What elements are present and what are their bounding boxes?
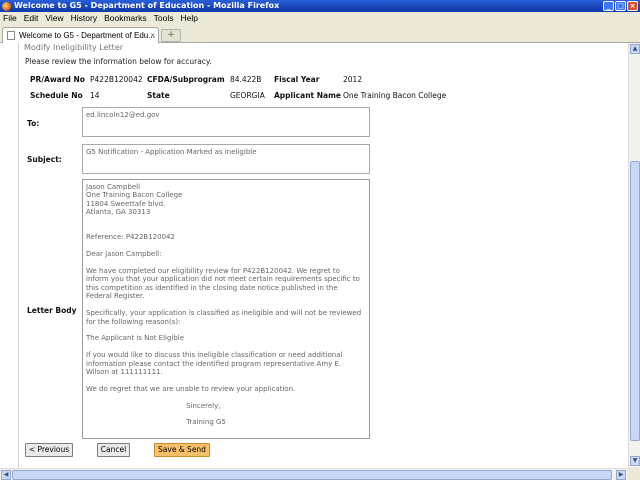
to-field[interactable]: ed.lincoln12@ed.gov bbox=[82, 107, 370, 137]
state-value: GEORGIA bbox=[230, 91, 265, 100]
award-value: P422B120042 bbox=[90, 75, 143, 84]
applicant-label: Applicant Name bbox=[274, 91, 341, 100]
minimize-icon[interactable]: _ bbox=[603, 1, 614, 11]
menu-help[interactable]: Help bbox=[180, 13, 197, 23]
cancel-button[interactable]: Cancel bbox=[97, 443, 130, 457]
close-icon[interactable]: × bbox=[627, 1, 638, 11]
page-icon bbox=[7, 31, 15, 40]
award-label: PR/Award No bbox=[30, 75, 85, 84]
scroll-right-icon[interactable]: ▶ bbox=[616, 470, 626, 480]
window-titlebar: Welcome to G5 - Department of Education … bbox=[0, 0, 640, 12]
menu-bar: File Edit View History Bookmarks Tools H… bbox=[0, 12, 640, 24]
window-controls: _ □ × bbox=[603, 1, 638, 11]
menu-view[interactable]: View bbox=[45, 13, 63, 23]
scroll-left-icon[interactable]: ◀ bbox=[1, 470, 11, 480]
firefox-icon bbox=[2, 2, 11, 11]
to-label: To: bbox=[27, 119, 40, 128]
menu-bookmarks[interactable]: Bookmarks bbox=[104, 13, 147, 23]
scroll-up-icon[interactable]: ▲ bbox=[630, 44, 640, 54]
schedule-label: Schedule No bbox=[30, 91, 83, 100]
letter-body-field[interactable]: Jason Campbell One Training Bacon Colleg… bbox=[82, 179, 370, 439]
fiscal-year-value: 2012 bbox=[343, 75, 363, 84]
horizontal-scrollbar[interactable]: ◀ ▶ bbox=[0, 468, 628, 480]
cfda-label: CFDA/Subprogram bbox=[147, 75, 225, 84]
letter-body-label: Letter Body bbox=[27, 306, 77, 315]
save-send-button[interactable]: Save & Send bbox=[154, 443, 210, 457]
tab-active[interactable]: Welcome to G5 - Department of Edu... × bbox=[2, 27, 159, 43]
window-title: Welcome to G5 - Department of Education … bbox=[14, 1, 280, 10]
new-tab-button[interactable]: + bbox=[161, 29, 181, 42]
state-label: State bbox=[147, 91, 170, 100]
horizontal-scroll-thumb[interactable] bbox=[12, 470, 612, 480]
page-content: Modify Ineligibility Letter Please revie… bbox=[18, 43, 628, 468]
section-title: Modify Ineligibility Letter bbox=[24, 43, 124, 52]
subject-label: Subject: bbox=[27, 155, 62, 164]
scroll-down-icon[interactable]: ▼ bbox=[630, 456, 640, 466]
cfda-value: 84.422B bbox=[230, 75, 262, 84]
tab-close-icon[interactable]: × bbox=[150, 28, 155, 43]
maximize-icon[interactable]: □ bbox=[615, 1, 626, 11]
instructions-text: Please review the information below for … bbox=[25, 57, 212, 66]
fiscal-year-label: Fiscal Year bbox=[274, 75, 320, 84]
applicant-value: One Training Bacon College bbox=[343, 91, 447, 100]
tab-bar: Welcome to G5 - Department of Edu... × + bbox=[0, 24, 640, 43]
page-viewport: Modify Ineligibility Letter Please revie… bbox=[0, 43, 628, 468]
menu-file[interactable]: File bbox=[3, 13, 17, 23]
menu-history[interactable]: History bbox=[71, 13, 97, 23]
vertical-scrollbar[interactable]: ▲ ▼ bbox=[628, 43, 640, 468]
subject-field[interactable]: G5 Notification - Application Marked as … bbox=[82, 144, 370, 174]
vertical-scroll-thumb[interactable] bbox=[630, 161, 640, 441]
tab-label: Welcome to G5 - Department of Edu... bbox=[19, 31, 155, 40]
previous-button[interactable]: < Previous bbox=[25, 443, 73, 457]
menu-tools[interactable]: Tools bbox=[154, 13, 174, 23]
scrollbar-corner bbox=[628, 468, 640, 480]
content-border bbox=[18, 43, 19, 468]
schedule-value: 14 bbox=[90, 91, 100, 100]
menu-edit[interactable]: Edit bbox=[24, 13, 39, 23]
